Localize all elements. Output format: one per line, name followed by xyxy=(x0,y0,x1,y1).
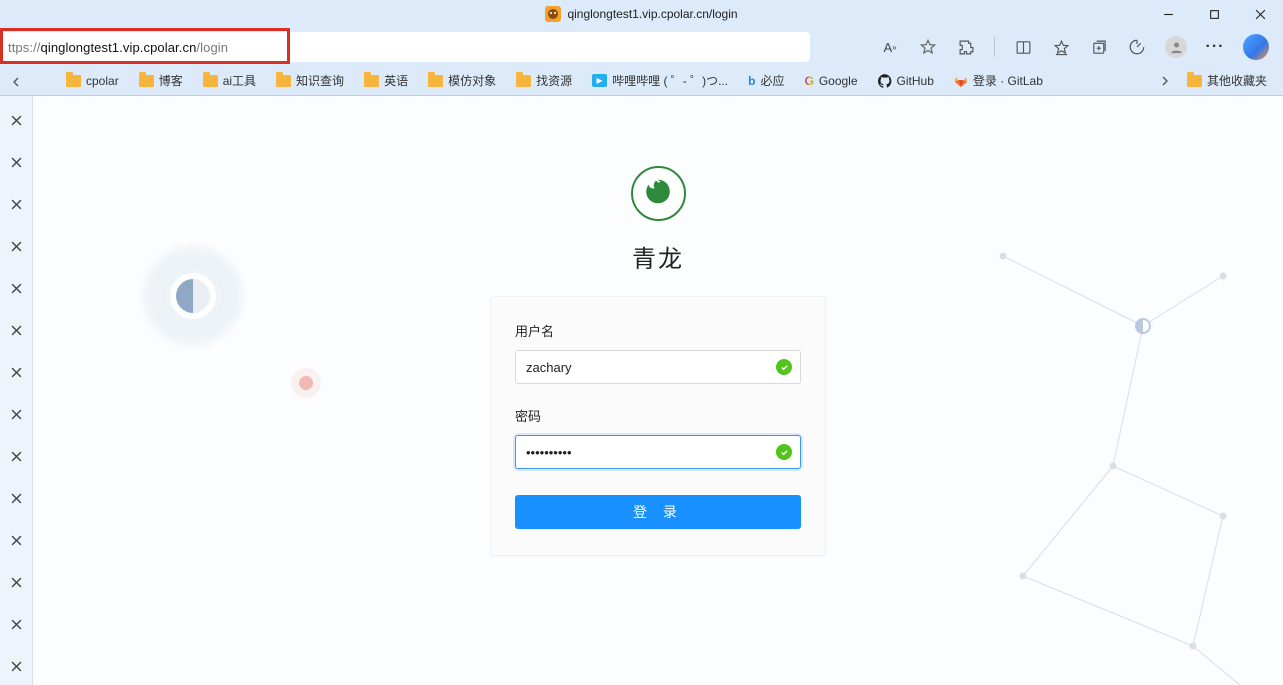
vertical-tab-close[interactable] xyxy=(0,354,33,390)
login-container: 青龙 用户名 密码 登 录 xyxy=(490,166,826,556)
minimize-button[interactable] xyxy=(1145,0,1191,28)
bookmark-item[interactable]: 英语 xyxy=(356,69,416,92)
profile-avatar[interactable] xyxy=(1165,36,1187,58)
bookmark-item[interactable]: ai工具 xyxy=(195,69,264,92)
vertical-tab-close[interactable] xyxy=(0,144,33,180)
bookmark-label: 找资源 xyxy=(536,72,572,89)
url-field[interactable]: ttps://qinglongtest1.vip.cpolar.cn/login xyxy=(0,32,810,62)
window-controls xyxy=(1145,0,1283,28)
address-bar-actions: A» ··· xyxy=(880,34,1275,60)
valid-check-icon xyxy=(776,359,792,375)
bookmark-label: 登录 · GitLab xyxy=(973,72,1043,89)
page-content: 青龙 用户名 密码 登 录 xyxy=(33,96,1283,685)
folder-icon xyxy=(203,75,218,87)
bg-decoration-dot xyxy=(176,279,210,313)
login-card: 用户名 密码 登 录 xyxy=(490,296,826,556)
bookmark-label: 必应 xyxy=(760,72,784,89)
bookmarks-other-folder[interactable]: 其他收藏夹 xyxy=(1179,69,1275,92)
bookmark-label: 知识查询 xyxy=(296,72,344,89)
close-button[interactable] xyxy=(1237,0,1283,28)
username-input[interactable] xyxy=(526,360,766,375)
bookmark-label: Google xyxy=(819,74,858,88)
bookmark-label: 博客 xyxy=(159,72,183,89)
bookmarks-overflow-chevron[interactable] xyxy=(1155,76,1175,86)
bookmark-item[interactable]: 找资源 xyxy=(508,69,580,92)
app-title: 青龙 xyxy=(632,239,684,274)
bookmark-label: GitHub xyxy=(897,74,934,88)
login-submit-button[interactable]: 登 录 xyxy=(515,495,801,529)
vertical-tab-close[interactable] xyxy=(0,396,33,432)
reader-mode-icon[interactable]: A» xyxy=(880,37,900,57)
vertical-tab-close[interactable] xyxy=(0,522,33,558)
bookmark-item[interactable]: G Google xyxy=(796,71,865,91)
bookmark-label: 模仿对象 xyxy=(448,72,496,89)
folder-icon xyxy=(428,75,443,87)
bookmark-label: 哔哩哔哩 ( ゜- ゜)つ... xyxy=(612,72,728,89)
bookmark-label: 英语 xyxy=(384,72,408,89)
nav-chevron-left[interactable] xyxy=(6,72,26,92)
bing-icon: b xyxy=(748,74,755,88)
username-input-wrap xyxy=(515,350,801,384)
back-chevron[interactable] xyxy=(0,36,33,66)
bookmark-item[interactable]: 知识查询 xyxy=(268,69,352,92)
bg-decoration-network xyxy=(963,216,1263,685)
vertical-tab-close[interactable] xyxy=(0,606,33,642)
folder-icon xyxy=(276,75,291,87)
maximize-button[interactable] xyxy=(1191,0,1237,28)
more-menu-icon[interactable]: ··· xyxy=(1205,37,1225,57)
google-icon: G xyxy=(804,74,813,88)
bookmark-label: cpolar xyxy=(86,74,119,88)
vertical-tab-close[interactable] xyxy=(0,228,33,264)
vertical-tab-close[interactable] xyxy=(0,648,33,684)
folder-icon xyxy=(364,75,379,87)
vertical-tab-close[interactable] xyxy=(0,270,33,306)
bg-decoration-red-dot xyxy=(299,376,313,390)
favorite-star-icon[interactable] xyxy=(918,37,938,57)
favorites-hub-icon[interactable] xyxy=(1051,37,1071,57)
folder-icon xyxy=(1187,75,1202,87)
split-screen-icon[interactable] xyxy=(1013,37,1033,57)
folder-icon xyxy=(516,75,531,87)
password-label: 密码 xyxy=(515,406,801,425)
bookmark-item[interactable]: 登录 · GitLab xyxy=(946,69,1051,92)
vertical-tab-close[interactable] xyxy=(0,480,33,516)
bookmark-label: ai工具 xyxy=(223,72,256,89)
bookmarks-other-label: 其他收藏夹 xyxy=(1207,72,1267,89)
bookmark-item[interactable]: cpolar xyxy=(58,71,127,91)
window-titlebar: qinglongtest1.vip.cpolar.cn/login xyxy=(0,0,1283,28)
performance-icon[interactable] xyxy=(1127,37,1147,57)
gitlab-icon xyxy=(954,74,968,88)
bookmark-item[interactable]: b 必应 xyxy=(740,69,792,92)
bookmark-item[interactable]: 博客 xyxy=(131,69,191,92)
vertical-tab-close[interactable] xyxy=(0,312,33,348)
folder-icon xyxy=(66,75,81,87)
bookmark-item[interactable]: ▶ 哔哩哔哩 ( ゜- ゜)つ... xyxy=(584,69,736,92)
url-text: ttps://qinglongtest1.vip.cpolar.cn/login xyxy=(8,40,228,55)
bookmark-item[interactable]: GitHub xyxy=(870,71,942,91)
address-bar: ttps://qinglongtest1.vip.cpolar.cn/login… xyxy=(0,28,1283,66)
vertical-tab-close[interactable] xyxy=(0,438,33,474)
valid-check-icon xyxy=(776,444,792,460)
tab-favicon xyxy=(545,6,561,22)
separator xyxy=(994,37,995,57)
vertical-tab-close[interactable] xyxy=(0,186,33,222)
window-title: qinglongtest1.vip.cpolar.cn/login xyxy=(567,7,737,21)
vertical-tab-strip xyxy=(0,96,33,685)
vertical-tab-close[interactable] xyxy=(0,564,33,600)
username-label: 用户名 xyxy=(515,321,801,340)
github-icon xyxy=(878,74,892,88)
copilot-icon[interactable] xyxy=(1243,34,1269,60)
bookmarks-bar: cpolar 博客 ai工具 知识查询 英语 模仿对象 找资源 ▶ 哔哩哔哩 ( ゜- ゜)つ.… xyxy=(0,66,1283,96)
vertical-tab-close[interactable] xyxy=(0,102,33,138)
bookmark-item[interactable]: 模仿对象 xyxy=(420,69,504,92)
bilibili-icon: ▶ xyxy=(592,74,607,87)
password-input-wrap xyxy=(515,435,801,469)
extensions-icon[interactable] xyxy=(956,37,976,57)
collections-icon[interactable] xyxy=(1089,37,1109,57)
app-logo xyxy=(631,166,686,221)
password-input[interactable] xyxy=(526,445,766,460)
folder-icon xyxy=(139,75,154,87)
